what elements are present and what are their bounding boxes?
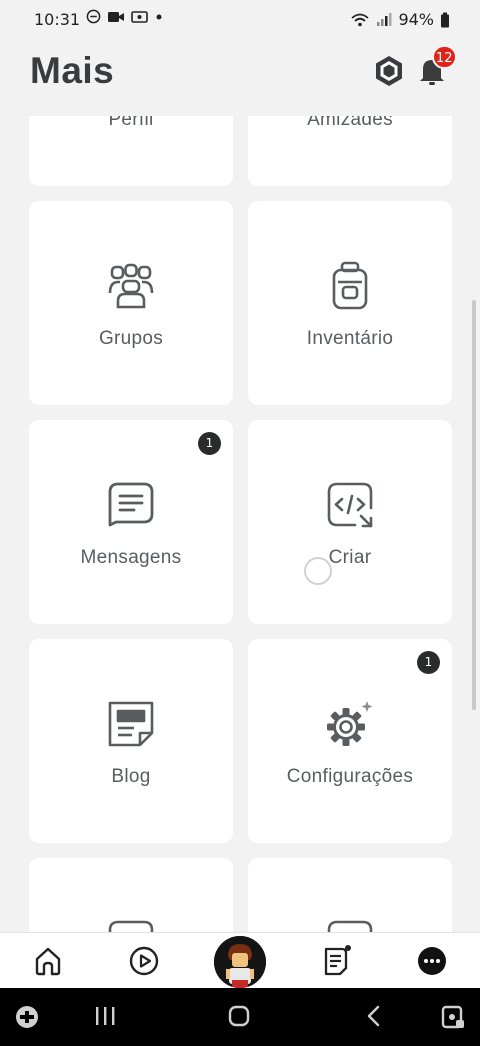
nav-feed[interactable]: [320, 945, 352, 977]
nav-more[interactable]: [416, 945, 448, 977]
system-back-button[interactable]: [364, 1004, 384, 1033]
tile-label: Amizades: [307, 116, 393, 130]
tile-icon: [327, 920, 373, 932]
status-time: 10:31: [34, 10, 81, 29]
groups-icon: [108, 263, 154, 309]
screen-capture-icon: [441, 1005, 464, 1029]
notification-count-badge: 12: [432, 45, 457, 69]
recents-button[interactable]: [94, 1004, 116, 1033]
tile-profile[interactable]: Perfil: [29, 116, 233, 186]
feed-icon: [324, 945, 351, 976]
tile-help[interactable]: [29, 858, 233, 932]
tile-label: Grupos: [98, 328, 164, 349]
battery-percent: 94%: [398, 10, 434, 29]
dnd-icon: [86, 9, 101, 24]
settings-gear-icon: [327, 701, 373, 746]
create-code-icon: [327, 482, 373, 528]
tile-label: Blog: [111, 766, 151, 787]
page-title: Mais: [30, 50, 115, 91]
nav-discover[interactable]: [128, 945, 160, 977]
home-circle-icon: [228, 1005, 250, 1027]
tile-messages[interactable]: 1 Mensagens: [29, 420, 233, 624]
bottom-nav: [0, 932, 480, 989]
tile-label: Criar: [328, 547, 372, 568]
blog-icon: [108, 701, 154, 747]
back-icon: [367, 1005, 380, 1027]
avatar-image: [214, 936, 266, 988]
notification-dot-icon: [156, 14, 162, 19]
backpack-icon: [332, 261, 368, 310]
tile-event[interactable]: [248, 858, 452, 932]
game-launcher-button[interactable]: [14, 1004, 40, 1035]
tile-label: Configurações: [286, 766, 414, 787]
tile-groups[interactable]: Grupos: [29, 201, 233, 405]
robux-icon: [376, 56, 402, 86]
screen-record-icon: [131, 10, 148, 23]
tile-label: Perfil: [108, 116, 154, 130]
nav-home[interactable]: [32, 945, 64, 977]
tile-settings[interactable]: 1 Configurações: [248, 639, 452, 843]
tile-blog[interactable]: Blog: [29, 639, 233, 843]
tile-label: Mensagens: [80, 547, 182, 568]
tile-label: Inventário: [306, 328, 394, 349]
message-icon: [108, 482, 154, 527]
video-record-icon: [108, 11, 124, 22]
tile-icon: [108, 920, 154, 932]
status-icons: [86, 9, 163, 24]
scrollbar[interactable]: [472, 300, 476, 710]
header: Mais 12: [0, 38, 480, 116]
tile-friends[interactable]: Amizades: [248, 116, 452, 186]
tile-create[interactable]: Criar: [248, 420, 452, 624]
wifi-icon: [351, 13, 370, 26]
more-icon: [418, 947, 446, 975]
screen-capture-button[interactable]: [440, 1004, 466, 1035]
home-icon: [35, 947, 61, 976]
system-home-button[interactable]: [227, 1004, 251, 1033]
settings-count-badge: 1: [417, 651, 440, 674]
status-bar: 10:31 94%: [0, 0, 480, 38]
more-menu-grid[interactable]: Perfil Amizades Grupos Inventário 1 Mens…: [0, 116, 480, 932]
touch-indicator: [304, 557, 332, 585]
signal-icon: [377, 13, 392, 26]
game-launcher-icon: [16, 1006, 38, 1028]
messages-count-badge: 1: [198, 432, 221, 455]
nav-avatar[interactable]: [214, 936, 266, 988]
system-nav-bar: [0, 988, 480, 1046]
robux-button[interactable]: [372, 54, 406, 88]
recents-icon: [96, 1007, 115, 1025]
tile-inventory[interactable]: Inventário: [248, 201, 452, 405]
discover-play-icon: [129, 946, 159, 976]
battery-icon: [441, 12, 449, 27]
